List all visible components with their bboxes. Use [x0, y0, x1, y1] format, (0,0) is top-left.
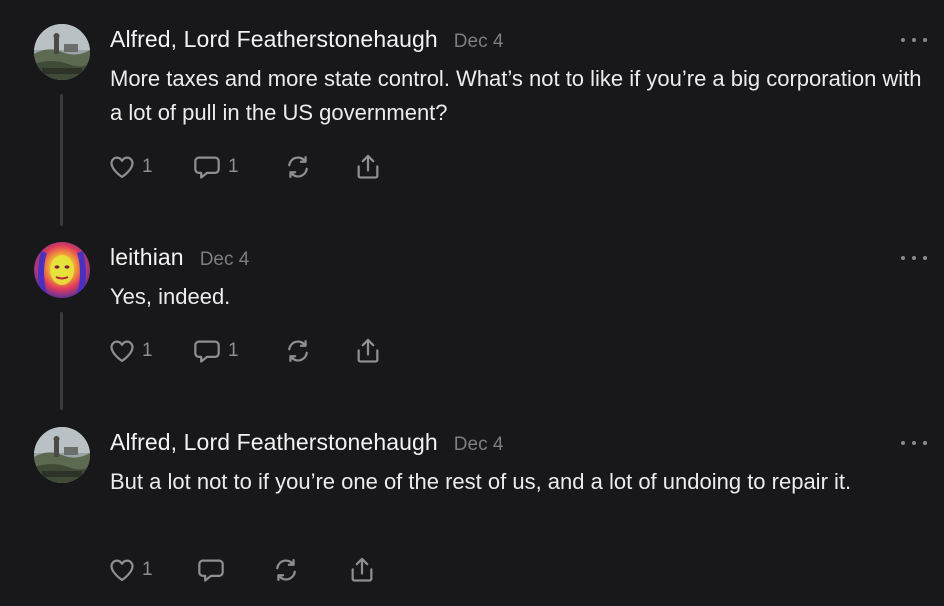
repost-button[interactable] [284, 152, 354, 182]
author-name[interactable]: Alfred, Lord Featherstonehaugh [110, 429, 438, 456]
repost-button[interactable] [272, 555, 348, 585]
post-text: Yes, indeed. [110, 284, 231, 309]
reply-count: 1 [228, 156, 239, 177]
share-button[interactable] [348, 555, 376, 585]
action-bar: 1 [108, 555, 376, 585]
share-icon [357, 338, 379, 363]
comment-icon [198, 559, 224, 582]
avatar[interactable] [34, 24, 90, 80]
more-dots-icon[interactable] [901, 34, 927, 46]
reply-count: 1 [228, 340, 239, 361]
heart-icon [110, 340, 134, 363]
comment-icon [194, 156, 220, 179]
like-button[interactable]: 1 [108, 152, 192, 182]
post-date[interactable]: Dec 4 [454, 31, 504, 53]
share-button[interactable] [354, 152, 382, 182]
author-name[interactable]: Alfred, Lord Featherstonehaugh [110, 26, 438, 53]
comment-icon [194, 340, 220, 363]
repost-button[interactable] [284, 336, 354, 366]
like-count: 1 [142, 559, 153, 580]
more-dots-icon[interactable] [901, 252, 927, 264]
action-bar: 1 1 [108, 152, 382, 182]
landscape-statue-avatar [34, 24, 90, 80]
post-text: More taxes and more state control. What’… [110, 66, 922, 125]
post-date[interactable]: Dec 4 [200, 249, 250, 271]
action-bar: 1 1 [108, 336, 382, 366]
share-icon [357, 154, 379, 179]
like-count: 1 [142, 156, 153, 177]
like-button[interactable]: 1 [108, 336, 192, 366]
reply-button[interactable]: 1 [192, 336, 284, 366]
heart-icon [110, 559, 134, 582]
post-header: leithian Dec 4 [110, 244, 249, 274]
post-header: Alfred, Lord Featherstonehaugh Dec 4 [110, 26, 503, 56]
more-dots-icon[interactable] [901, 437, 927, 449]
author-name[interactable]: leithian [110, 244, 184, 271]
repost-icon [288, 339, 308, 363]
avatar[interactable] [34, 427, 90, 483]
colorful-portrait-avatar [34, 242, 90, 298]
reply-button[interactable] [196, 555, 272, 585]
like-button[interactable]: 1 [108, 555, 196, 585]
post-header: Alfred, Lord Featherstonehaugh Dec 4 [110, 429, 503, 459]
share-button[interactable] [354, 336, 382, 366]
thread-line [60, 94, 63, 226]
post-date[interactable]: Dec 4 [454, 434, 504, 456]
thread-line [60, 312, 63, 410]
heart-icon [110, 156, 134, 179]
share-icon [351, 557, 373, 582]
repost-icon [276, 558, 296, 582]
like-count: 1 [142, 340, 153, 361]
avatar[interactable] [34, 242, 90, 298]
reply-button[interactable]: 1 [192, 152, 284, 182]
landscape-statue-avatar [34, 427, 90, 483]
post-text: But a lot not to if you’re one of the re… [110, 469, 852, 494]
repost-icon [288, 155, 308, 179]
